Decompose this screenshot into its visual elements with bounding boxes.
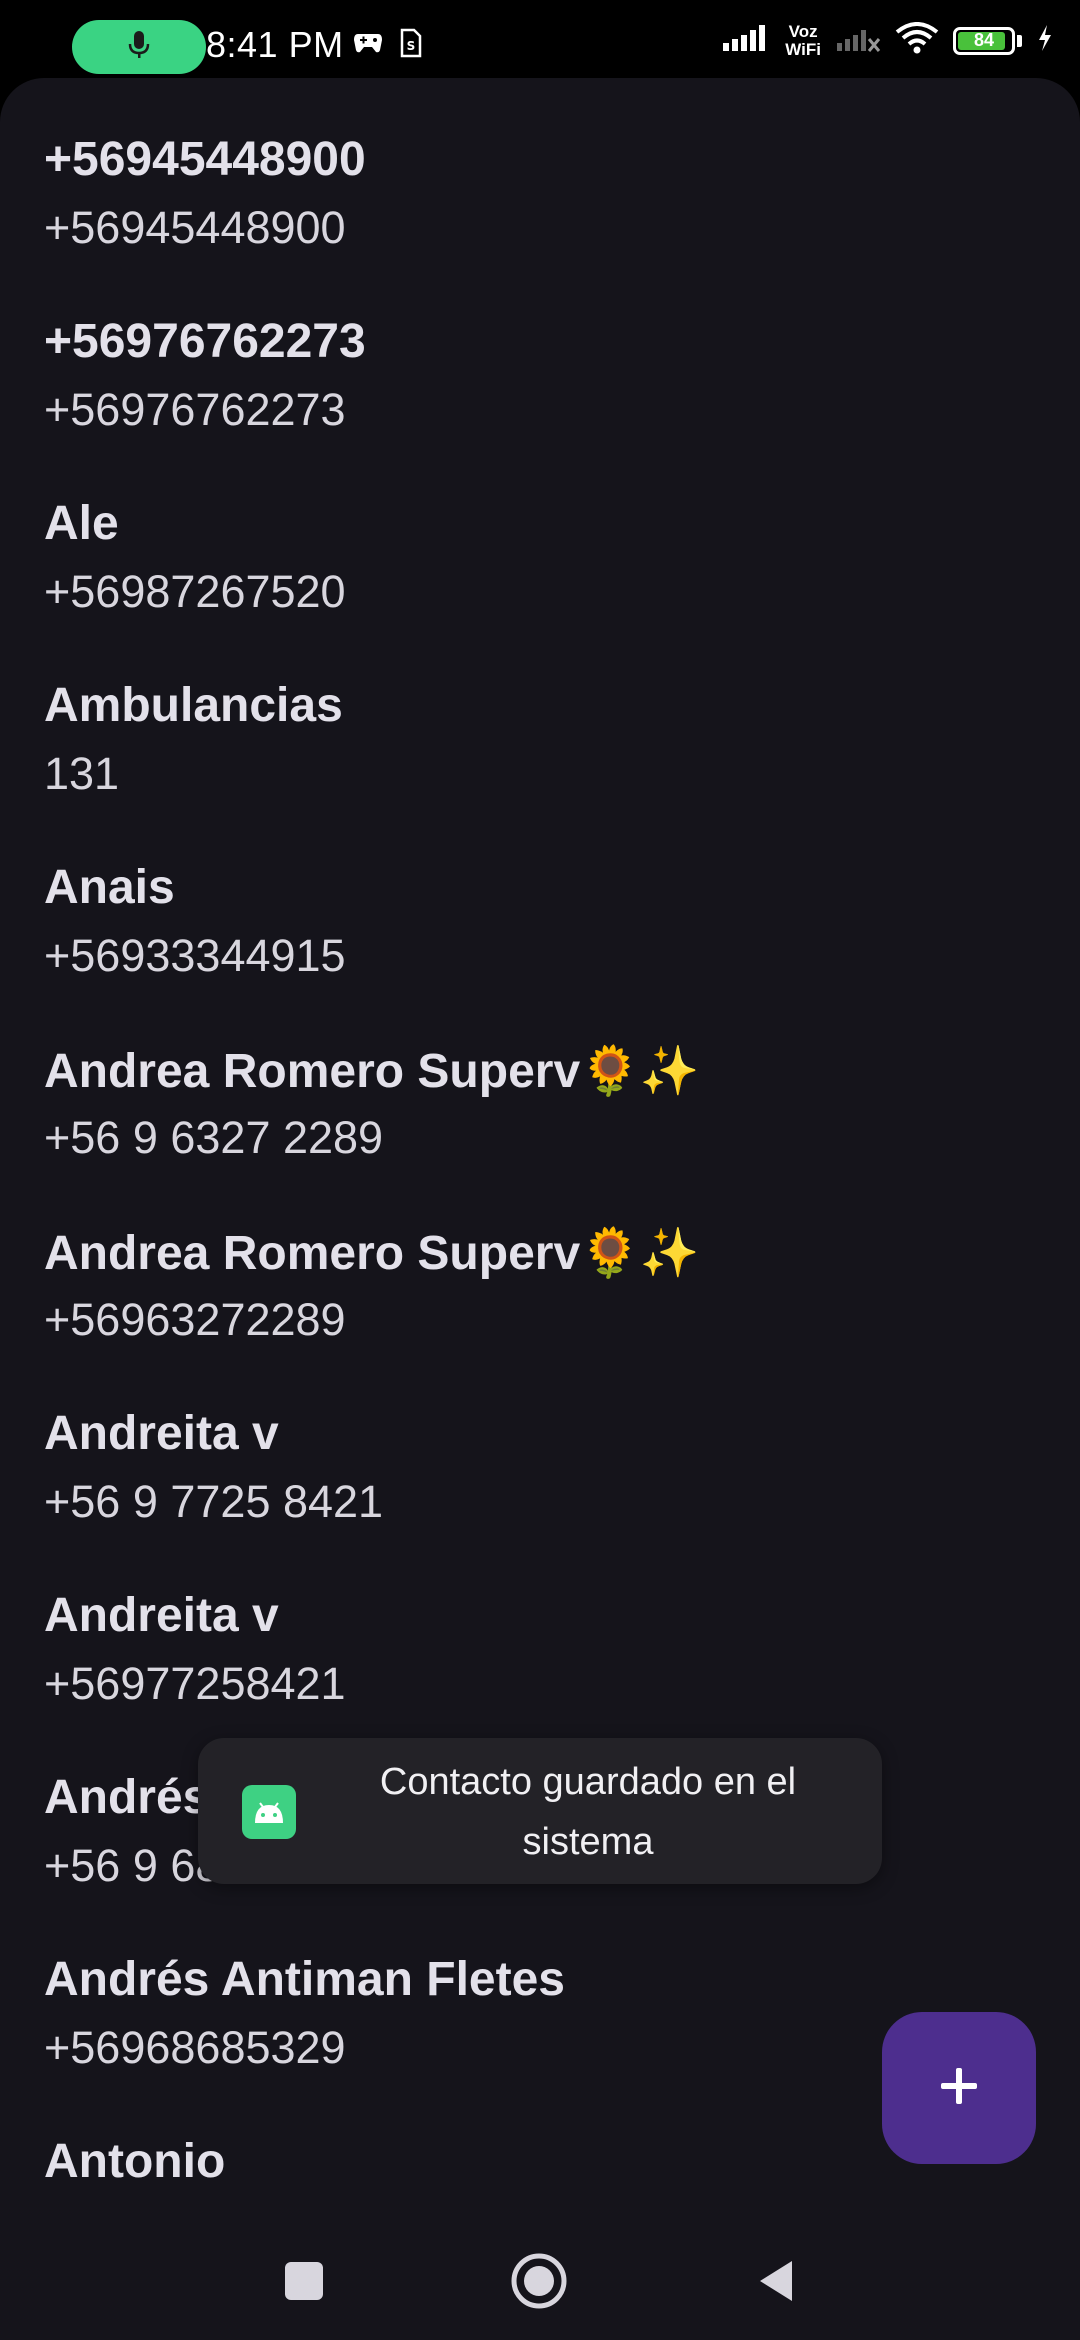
status-right-icons: Voz WiFi 84 (721, 22, 1054, 59)
contact-name: Andrés Antiman Fletes (44, 1953, 565, 2006)
battery-level: 84 (973, 30, 995, 50)
status-bar: 8:41 PM S Voz WiFi 84 (0, 0, 1080, 78)
navigation-bar (0, 2228, 1080, 2340)
android-icon (242, 1785, 296, 1839)
contact-item[interactable]: Andrés Antiman Fletes +56968685329 (44, 1898, 1024, 2080)
contact-number: 131 (44, 748, 120, 799)
no-signal-icon (835, 23, 881, 58)
status-left-icons: S (352, 28, 422, 63)
toast-message: Contacto guardado en el sistema (379, 1761, 797, 1863)
charging-icon (1036, 23, 1054, 58)
contact-name: Andreita v (44, 1407, 279, 1460)
plus-icon (939, 2066, 979, 2111)
gamepad-icon (352, 30, 384, 61)
mic-icon (128, 30, 150, 65)
contact-name: Andrea Romero Superv🌻✨ (44, 1045, 700, 1098)
signal-icon (721, 23, 771, 58)
contact-item[interactable]: Andrea Romero Superv🌻✨ +56963272289 (44, 1170, 1024, 1352)
contact-number: +56 9 7725 8421 (44, 1476, 384, 1527)
contact-item[interactable]: +56945448900 +56945448900 (44, 78, 1024, 260)
contact-name: Ambulancias (44, 679, 343, 732)
contact-item[interactable]: Ambulancias 131 (44, 624, 1024, 806)
contact-number: +56977258421 (44, 1658, 346, 1709)
voz-wifi-indicator: Voz WiFi (785, 21, 821, 59)
contact-name: Andreita v (44, 1589, 279, 1642)
contact-item[interactable]: +56976762273 +56976762273 (44, 260, 1024, 442)
contact-name: Ale (44, 497, 119, 550)
contact-item[interactable]: Ale +56987267520 (44, 442, 1024, 624)
voz-label: Voz (788, 21, 818, 41)
contact-number: +56968685329 (44, 2022, 346, 2073)
contact-item[interactable]: Anais +56933344915 (44, 806, 1024, 988)
contact-number: +56963272289 (44, 1294, 346, 1345)
contact-number: +56 9 6327 2289 (44, 1112, 384, 1163)
contact-name: Antonio (44, 2135, 226, 2188)
battery-tip (1017, 34, 1022, 47)
contact-name: Anais (44, 861, 175, 914)
contact-item[interactable]: Andreita v +56 9 7725 8421 (44, 1352, 1024, 1534)
status-time: 8:41 PM (206, 24, 344, 65)
wifi-icon (895, 22, 939, 59)
back-button[interactable] (742, 2250, 808, 2316)
mic-indicator[interactable] (72, 20, 206, 74)
wifi-label: WiFi (785, 39, 821, 59)
add-contact-button[interactable] (882, 2012, 1036, 2164)
contact-name: +56976762273 (44, 315, 366, 368)
contact-item[interactable]: Andrea Romero Superv🌻✨ +56 9 6327 2289 (44, 988, 1024, 1170)
contact-number: +56976762273 (44, 384, 346, 435)
svg-text:S: S (407, 39, 416, 53)
recents-square-icon (283, 2260, 325, 2307)
contact-item[interactable]: Andreita v +56977258421 (44, 1534, 1024, 1716)
contact-number: +56987267520 (44, 566, 346, 617)
home-circle-icon (510, 2252, 568, 2315)
home-button[interactable] (506, 2250, 572, 2316)
back-triangle-icon (754, 2257, 796, 2310)
contact-number: +56933344915 (44, 930, 346, 981)
toast-notification: Contacto guardado en el sistema (198, 1738, 882, 1884)
contact-number: +56945448900 (44, 202, 346, 253)
battery-icon: 84 (953, 26, 1015, 55)
contact-name: +56945448900 (44, 133, 366, 186)
recents-button[interactable] (271, 2250, 337, 2316)
contact-name: Andrea Romero Superv🌻✨ (44, 1227, 700, 1280)
sim-icon: S (398, 28, 422, 63)
phone-screen: 8:41 PM S Voz WiFi 84 +56945448900 +5694… (0, 0, 1080, 2340)
contact-item[interactable]: Antonio (44, 2080, 1024, 2228)
contacts-sheet: +56945448900 +56945448900 +56976762273 +… (0, 78, 1080, 2228)
